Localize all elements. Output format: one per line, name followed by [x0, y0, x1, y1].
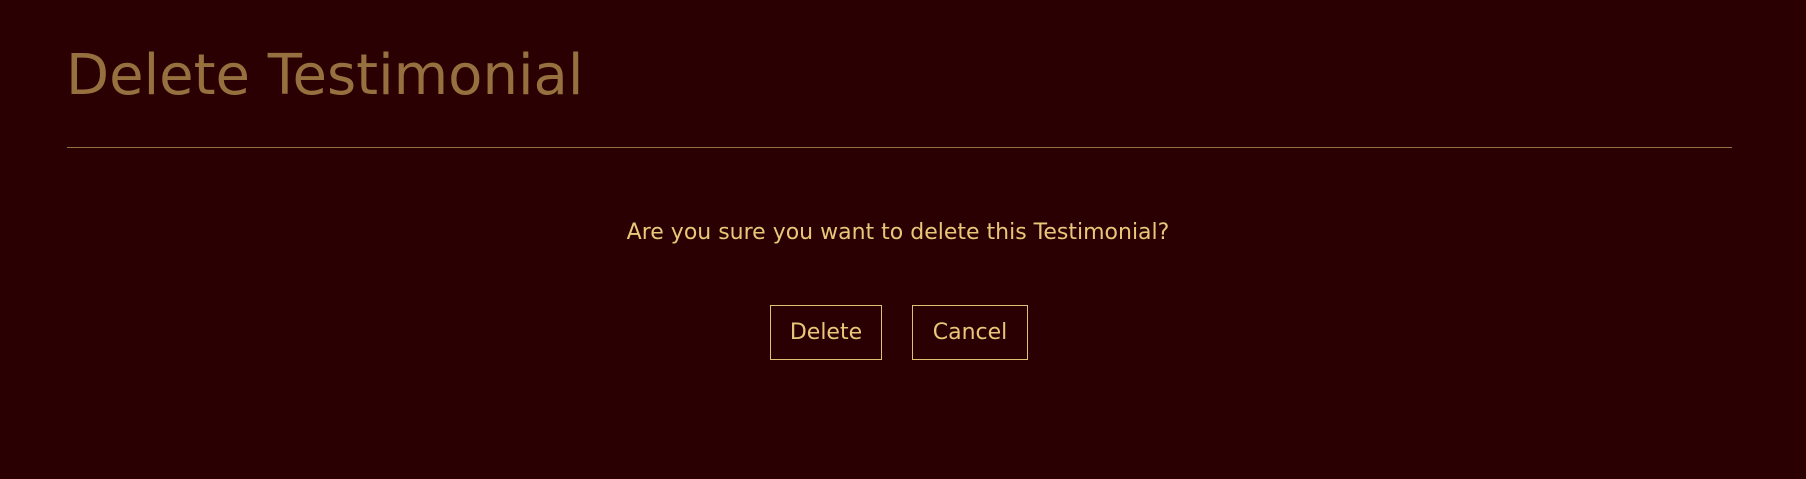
- delete-testimonial-page: Delete Testimonial Are you sure you want…: [0, 0, 1806, 479]
- confirmation-message: Are you sure you want to delete this Tes…: [626, 220, 1170, 245]
- delete-button[interactable]: Delete: [770, 305, 882, 360]
- cancel-button[interactable]: Cancel: [912, 305, 1028, 360]
- title-divider: [67, 147, 1732, 148]
- page-title: Delete Testimonial: [66, 43, 584, 108]
